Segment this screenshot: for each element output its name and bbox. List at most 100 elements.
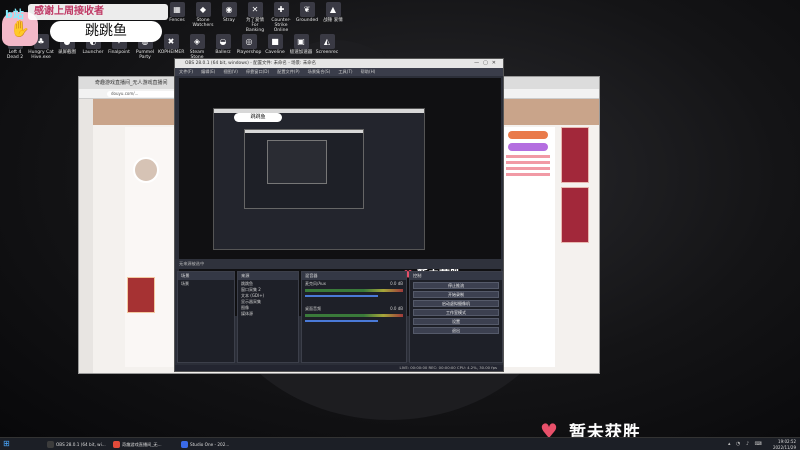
obs-menu-item[interactable]: 工具(T) bbox=[338, 69, 352, 74]
desktop-shortcut[interactable]: ✖ KOPHEIMER bbox=[158, 34, 184, 55]
shortcut-label: Finalpoint bbox=[108, 50, 130, 55]
shortcut-label: KOPHEIMER bbox=[158, 50, 185, 55]
clock-date: 2022/11/29 bbox=[772, 444, 796, 450]
desktop: ▦ Fences ◆ Stone Watchers ◉ Stray ✕ 为了爱情 For Ba… bbox=[0, 0, 800, 437]
shortcut-label: Screenrec bbox=[315, 50, 339, 55]
source-item[interactable]: 媒体源 bbox=[238, 310, 298, 316]
panel-text-line bbox=[506, 173, 550, 176]
control-button[interactable]: 启动虚拟摄像机 bbox=[413, 300, 499, 307]
app-icon: ◒ bbox=[215, 34, 231, 49]
obs-menu-item[interactable]: 文件(F) bbox=[179, 69, 193, 74]
shortcut-label: Stone Watchers bbox=[192, 18, 214, 28]
desktop-shortcut[interactable]: ◎ Playershop bbox=[236, 34, 262, 55]
ad-card[interactable] bbox=[561, 187, 589, 243]
ad-card[interactable] bbox=[561, 127, 589, 183]
taskbar-clock[interactable]: 19:02:52 2022/11/29 bbox=[773, 438, 796, 450]
page-ad-card[interactable] bbox=[127, 277, 155, 313]
control-button[interactable]: 开始录制 bbox=[413, 291, 499, 298]
obs-menu-item[interactable]: 配置文件(P) bbox=[277, 69, 300, 74]
vip-pill[interactable] bbox=[508, 143, 548, 151]
volume-meter bbox=[305, 314, 403, 317]
obs-statusbar: LIVE: 00:00:00 REC: 00:00:00 CPU: 4.2%, … bbox=[175, 365, 503, 371]
obs-title: OBS 28.0.1 (64 bit, windows) - 配置文件: 未命名… bbox=[185, 61, 316, 66]
shortcut-label: Caveline bbox=[265, 50, 285, 55]
app-icon: ◎ bbox=[241, 34, 257, 49]
sources-list: 跳跳鱼 窗口采集 2 文本 (GDI+) 显示器采集 图像 媒体源 bbox=[238, 280, 298, 316]
shortcut-label: 战锤 爱情 bbox=[323, 18, 343, 23]
shortcut-label: Pummel Party bbox=[135, 50, 155, 60]
windows-start-icon[interactable]: ⊞ bbox=[3, 440, 11, 448]
app-icon: ▲ bbox=[325, 2, 341, 17]
volume-slider[interactable] bbox=[305, 320, 378, 322]
mixer-channel: 麦克风/Aux 0.0 dB bbox=[302, 280, 406, 297]
shortcut-label: Left 4 Dead 2 bbox=[6, 50, 24, 60]
channel-name: 桌面音频 bbox=[305, 306, 321, 311]
desktop-shortcut[interactable]: ✕ 为了爱情 For Banking bbox=[242, 2, 268, 33]
taskbar-app[interactable]: OBS 28.0.1 (64 bit, wi... bbox=[46, 439, 106, 450]
heart-icon: ♥ bbox=[540, 419, 559, 437]
desktop-shortcut[interactable]: ▲ 战锤 爱情 bbox=[320, 2, 346, 23]
channel-level: 0.0 dB bbox=[390, 281, 403, 286]
control-button[interactable]: 退出 bbox=[413, 327, 499, 334]
mixer-dock-title: 混音器 bbox=[302, 272, 406, 280]
follow-pill[interactable] bbox=[508, 131, 548, 139]
control-button[interactable]: 工作室模式 bbox=[413, 309, 499, 316]
channel-level: 0.0 dB bbox=[390, 306, 403, 311]
desktop-shortcut[interactable]: ◆ Stone Watchers bbox=[190, 2, 216, 28]
obs-window[interactable]: OBS 28.0.1 (64 bit, windows) - 配置文件: 未命名… bbox=[174, 58, 504, 372]
obs-source-toolbar: 无来源被选中 bbox=[175, 259, 503, 269]
mixer-channels: 麦克风/Aux 0.0 dB 桌面音频 0.0 dB bbox=[302, 280, 406, 322]
obs-menu-item[interactable]: 停靠窗口(D) bbox=[246, 69, 269, 74]
desktop-shortcut[interactable]: ▣ 极速加速器 bbox=[288, 34, 314, 55]
preview-name-bubble: 跳跳鱼 bbox=[234, 113, 282, 122]
preview-nested-window: 跳跳鱼 bbox=[213, 108, 425, 250]
browser-sidebar bbox=[79, 99, 93, 373]
scene-item[interactable]: 场景 bbox=[178, 280, 234, 286]
app-icon: ▦ bbox=[169, 2, 185, 17]
shortcut-label: 极速加速器 bbox=[289, 50, 313, 55]
page-info-panel bbox=[501, 127, 555, 367]
desktop-shortcut[interactable]: ◒ Ballerz bbox=[210, 34, 236, 55]
app-icon: ◆ bbox=[195, 2, 211, 17]
preview-nested-window-3 bbox=[267, 140, 327, 184]
taskbar-app[interactable]: Studio One - 202... bbox=[180, 439, 229, 450]
controls-dock[interactable]: 控制 停止推流开始录制启动虚拟摄像机 工作室模式设置退出 bbox=[409, 271, 503, 363]
stream-title-banner: 感谢上周接收者 bbox=[28, 4, 168, 20]
app-icon: ▣ bbox=[293, 34, 309, 49]
sources-dock[interactable]: 来源 跳跳鱼 窗口采集 2 文本 (GDI+) 显示器采集 图像 媒体源 bbox=[237, 271, 299, 363]
window-controls[interactable]: —▢✕ bbox=[474, 59, 500, 68]
controls-dock-title: 控制 bbox=[410, 272, 502, 280]
shortcut-label: Ballerz bbox=[215, 50, 231, 55]
shortcut-label: Playershop bbox=[236, 50, 262, 55]
desktop-shortcut[interactable]: ✚ Counter-Strike Online bbox=[268, 2, 294, 33]
panel-text-line bbox=[506, 161, 550, 164]
control-button[interactable]: 设置 bbox=[413, 318, 499, 325]
app-icon: ✖ bbox=[163, 34, 179, 49]
control-button[interactable]: 停止推流 bbox=[413, 282, 499, 289]
scenes-dock[interactable]: 场景 场景 bbox=[177, 271, 235, 363]
obs-menu-item[interactable]: 编辑(E) bbox=[201, 69, 215, 74]
streamer-avatar[interactable] bbox=[133, 157, 159, 183]
obs-menu-item[interactable]: 场景集合(S) bbox=[308, 69, 331, 74]
desktop-shortcut[interactable]: ◉ Stray bbox=[216, 2, 242, 23]
obs-titlebar[interactable]: OBS 28.0.1 (64 bit, windows) - 配置文件: 未命名… bbox=[175, 59, 503, 68]
desktop-shortcut[interactable]: ❦ Grounded bbox=[294, 2, 320, 23]
page-ad-column bbox=[561, 127, 591, 363]
taskbar: ⊞ OBS 28.0.1 (64 bit, wi... 奇趣游戏直播间_无... S… bbox=[0, 437, 800, 450]
system-tray-icons[interactable]: ▴ ◔ ♪ ⌨ bbox=[728, 441, 764, 447]
obs-menu-item[interactable]: 视图(V) bbox=[223, 69, 238, 74]
name-bubble: 跳跳鱼 bbox=[50, 21, 162, 42]
app-icon: ◉ bbox=[221, 2, 237, 17]
shortcut-label: Grounded bbox=[295, 18, 319, 23]
stream-badge: b站 bbox=[5, 8, 24, 21]
controls-buttons: 停止推流开始录制启动虚拟摄像机 工作室模式设置退出 bbox=[410, 282, 502, 334]
shortcut-label: Stray bbox=[223, 18, 235, 23]
taskbar-app[interactable]: 奇趣游戏直播间_无... bbox=[112, 439, 162, 450]
obs-menu-item[interactable]: 帮助(H) bbox=[361, 69, 376, 74]
volume-slider[interactable] bbox=[305, 295, 378, 297]
obs-menubar: 文件(F) 编辑(E) 视图(V) 停靠窗口(D) 配置文件(P) 场景集合(S) 工具(T… bbox=[175, 68, 503, 76]
mixer-dock[interactable]: 混音器 麦克风/Aux 0.0 dB 桌面音频 0.0 dB bbox=[301, 271, 407, 363]
desktop-status-tag: ♥ 暂未获胜 bbox=[540, 418, 641, 437]
desktop-shortcut[interactable]: ■ Caveline bbox=[262, 34, 288, 55]
desktop-shortcut[interactable]: ◭ Screenrec bbox=[314, 34, 340, 55]
